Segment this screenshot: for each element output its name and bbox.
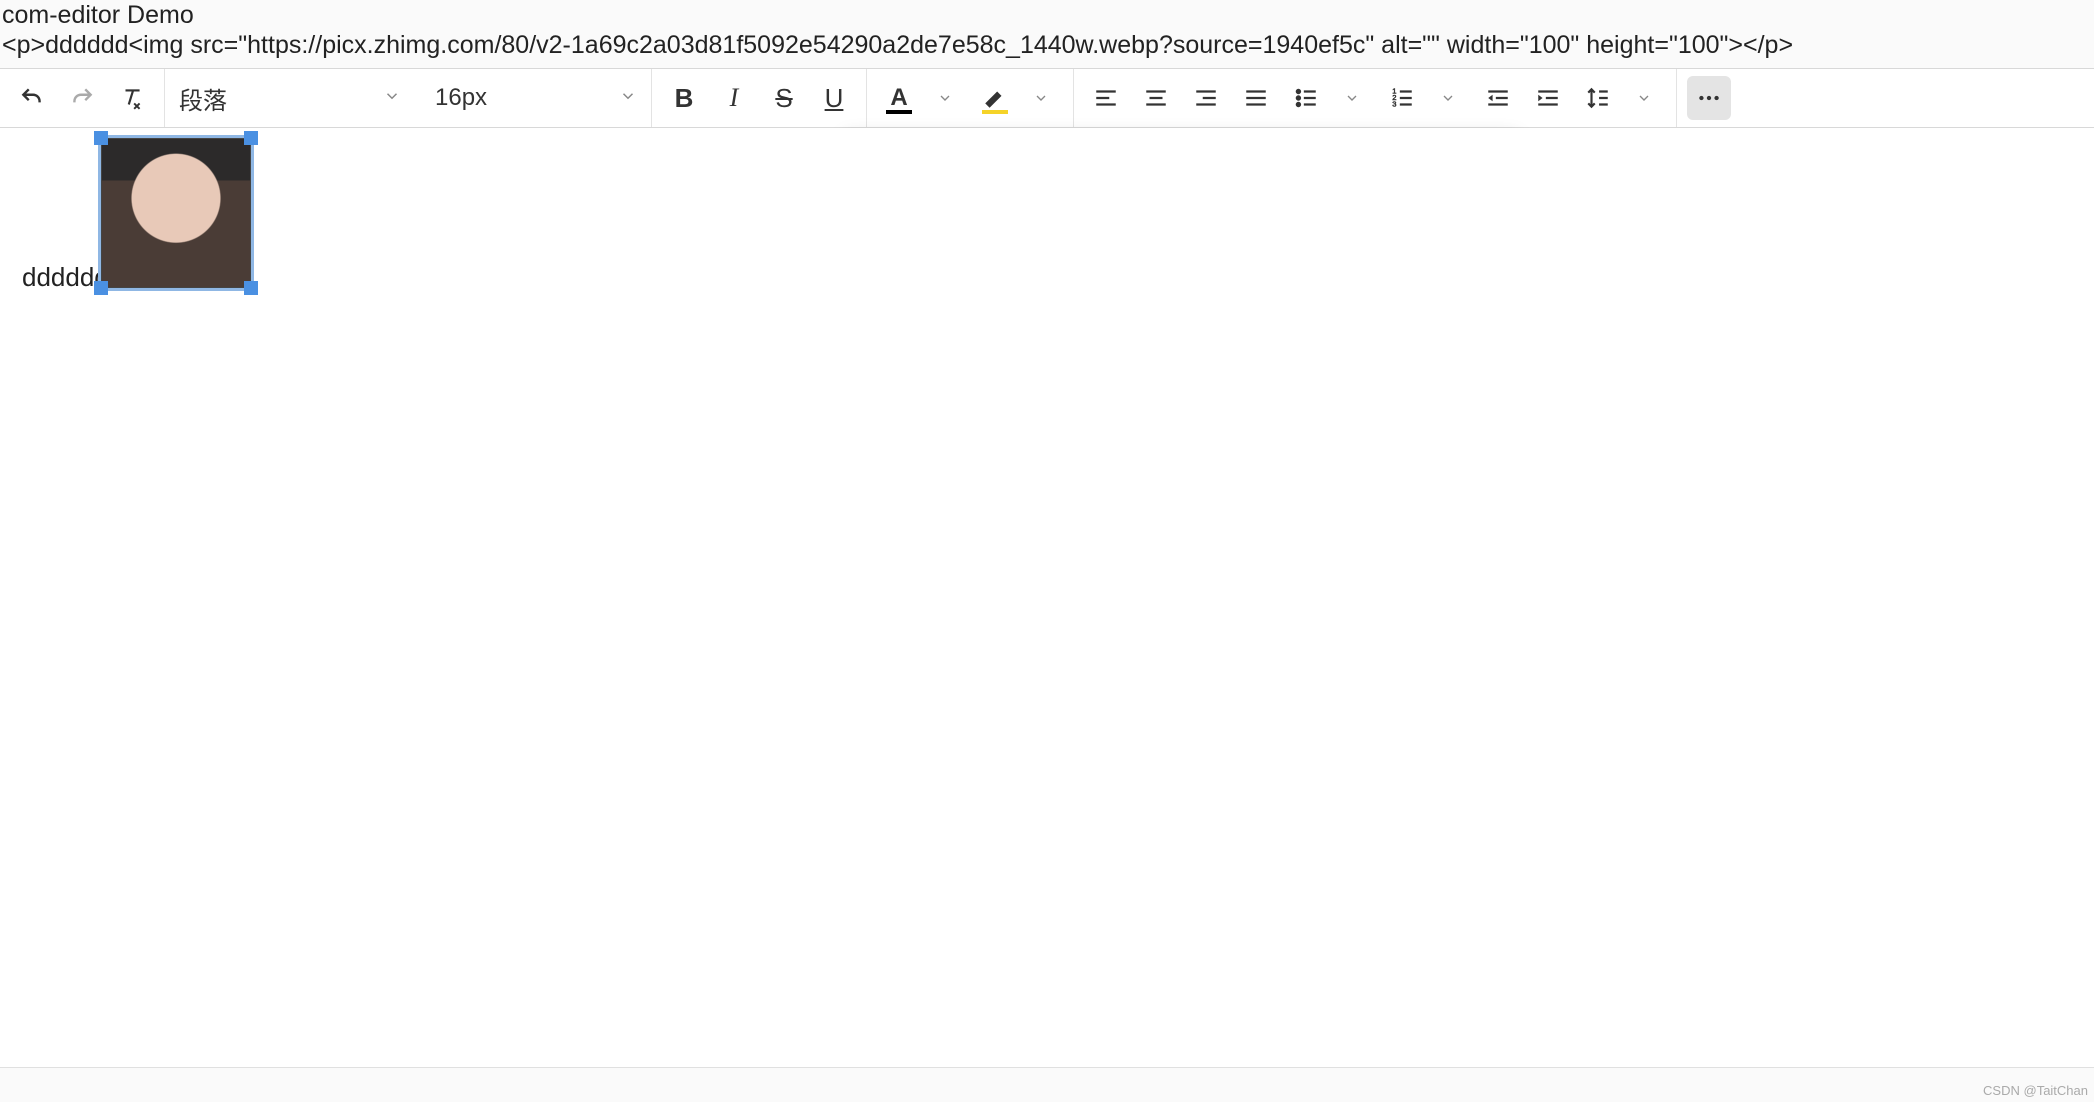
undo-button[interactable] bbox=[10, 76, 54, 120]
outdent-button[interactable] bbox=[1476, 76, 1520, 120]
text-color-swatch bbox=[886, 110, 912, 114]
align-center-button[interactable] bbox=[1134, 76, 1178, 120]
ordered-list-button[interactable]: 123 bbox=[1380, 76, 1424, 120]
clear-format-button[interactable] bbox=[110, 76, 154, 120]
image-placeholder bbox=[101, 138, 251, 288]
watermark: CSDN @TaitChan bbox=[1983, 1083, 2088, 1098]
paragraph-group: 123 bbox=[1074, 69, 1677, 127]
raw-html-preview: <p>dddddd<img src="https://picx.zhimg.co… bbox=[0, 30, 2094, 60]
resize-handle-bl[interactable] bbox=[94, 281, 108, 295]
highlight-dropdown[interactable] bbox=[1019, 76, 1063, 120]
history-group bbox=[0, 69, 165, 127]
text-color-dropdown[interactable] bbox=[923, 76, 967, 120]
resize-handle-br[interactable] bbox=[244, 281, 258, 295]
text-color-button[interactable]: A bbox=[877, 76, 921, 120]
bullet-list-button[interactable] bbox=[1284, 76, 1328, 120]
highlight-button[interactable] bbox=[973, 76, 1017, 120]
block-format-select[interactable]: 段落 bbox=[165, 76, 415, 120]
indent-button[interactable] bbox=[1526, 76, 1570, 120]
italic-button[interactable]: I bbox=[712, 76, 756, 120]
selected-image[interactable] bbox=[98, 135, 254, 291]
page-title: com-editor Demo bbox=[0, 0, 2094, 30]
editor-content[interactable]: dddddd bbox=[0, 128, 2094, 1068]
chevron-down-icon bbox=[383, 84, 401, 112]
font-size-select[interactable]: 16px bbox=[421, 76, 651, 120]
more-group bbox=[1677, 69, 1741, 127]
align-justify-button[interactable] bbox=[1234, 76, 1278, 120]
ordered-list-dropdown[interactable] bbox=[1426, 76, 1470, 120]
resize-handle-tl[interactable] bbox=[94, 131, 108, 145]
redo-button[interactable] bbox=[60, 76, 104, 120]
strikethrough-button[interactable]: S bbox=[762, 76, 806, 120]
more-button[interactable] bbox=[1687, 76, 1731, 120]
line-height-button[interactable] bbox=[1576, 76, 1620, 120]
underline-button[interactable]: U bbox=[812, 76, 856, 120]
resize-handle-tr[interactable] bbox=[244, 131, 258, 145]
bullet-list-dropdown[interactable] bbox=[1330, 76, 1374, 120]
format-group: 段落 16px bbox=[165, 69, 652, 127]
font-size-value: 16px bbox=[435, 84, 487, 112]
align-right-button[interactable] bbox=[1184, 76, 1228, 120]
block-format-value: 段落 bbox=[179, 81, 227, 116]
color-group: A bbox=[867, 69, 1074, 127]
bold-button[interactable]: B bbox=[662, 76, 706, 120]
text-style-group: B I S U bbox=[652, 69, 867, 127]
editor-toolbar: 段落 16px B I S U A bbox=[0, 68, 2094, 128]
chevron-down-icon bbox=[619, 84, 637, 112]
align-left-button[interactable] bbox=[1084, 76, 1128, 120]
highlight-color-swatch bbox=[982, 110, 1008, 114]
svg-text:3: 3 bbox=[1392, 100, 1396, 109]
line-height-dropdown[interactable] bbox=[1622, 76, 1666, 120]
